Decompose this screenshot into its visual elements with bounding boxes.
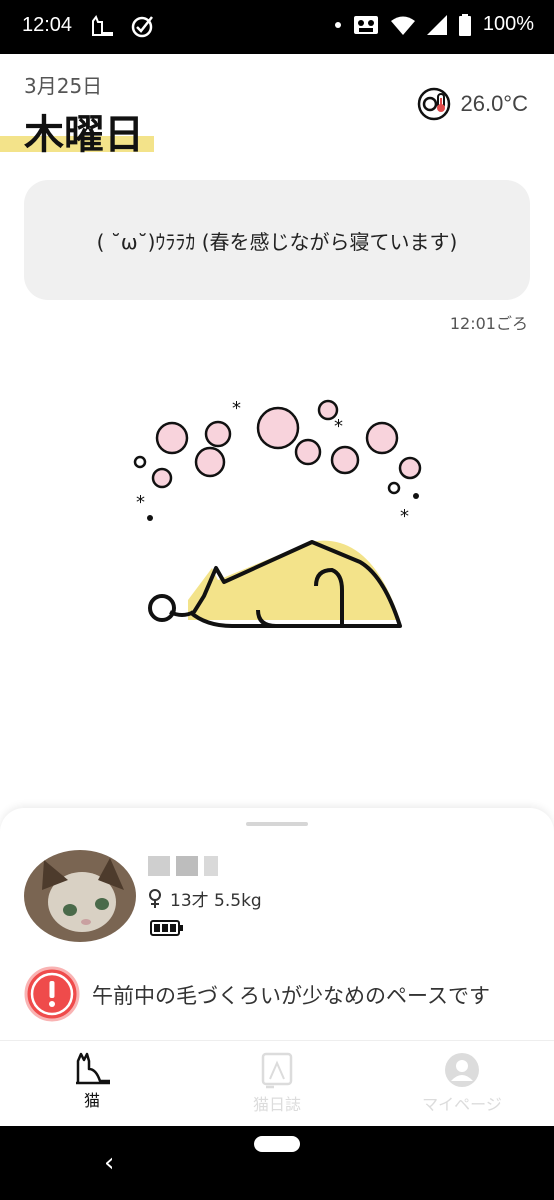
- tab-cat[interactable]: 猫: [0, 1051, 184, 1111]
- battery-percent: 100%: [482, 13, 534, 35]
- female-icon: [149, 888, 161, 908]
- wifi-icon: [390, 16, 415, 35]
- blossom: [294, 438, 322, 466]
- cherry-blossoms: [151, 399, 422, 489]
- weekday-block: 木曜日: [0, 98, 160, 158]
- weekday-label: 木曜日: [24, 112, 144, 158]
- temperature-value: 26.0°C: [460, 91, 528, 116]
- alert-message[interactable]: 午前中の毛づくろいが少なめのペースです: [92, 980, 490, 1010]
- drag-handle[interactable]: [246, 822, 308, 826]
- cat-summary-card[interactable]: 13才 5.5kg 午前中の毛づくろいが少なめのペースです: [0, 808, 554, 1040]
- status-message-text: ( ˘ω˘)ｳﾗﾗｶ (春を感じながら寝ています): [96, 229, 458, 254]
- tab-my-page[interactable]: マイページ: [370, 1051, 554, 1115]
- cat-notification-icon: [92, 14, 113, 36]
- tab-cat-diary-label: 猫日誌: [252, 1095, 301, 1114]
- device-battery-icon: [150, 920, 183, 936]
- signal-icon: [426, 14, 447, 35]
- svg-text:*: *: [232, 398, 241, 419]
- blossom: [151, 467, 173, 489]
- back-icon[interactable]: ‹: [104, 1148, 114, 1178]
- user-icon: [445, 1053, 479, 1087]
- diary-icon: [261, 1052, 293, 1089]
- svg-text:*: *: [334, 416, 343, 437]
- blossom: [365, 421, 399, 455]
- sleeping-cat-illustration: * * * *: [133, 398, 422, 628]
- sleeping-cat: [148, 540, 402, 628]
- system-nav-bar: ‹: [0, 1126, 554, 1200]
- cat-info-row: 13才 5.5kg: [148, 886, 262, 911]
- blossom: [256, 406, 300, 450]
- cassette-icon: [353, 15, 378, 34]
- home-pill[interactable]: [254, 1136, 300, 1152]
- status-bar: 12:04 100%: [0, 0, 554, 54]
- battery-icon: [458, 13, 471, 36]
- blossom: [204, 420, 232, 448]
- svg-text:*: *: [136, 492, 145, 513]
- thermometer-sensor-icon: [418, 87, 451, 121]
- blossom: [194, 446, 226, 478]
- tab-my-page-label: マイページ: [422, 1095, 502, 1114]
- cat-photo: [24, 850, 136, 942]
- tab-cat-diary[interactable]: 猫日誌: [185, 1051, 369, 1115]
- cat-age-weight: 13才 5.5kg: [170, 891, 262, 911]
- dot-icon: [334, 21, 341, 28]
- blossom: [330, 445, 360, 475]
- status-time: 12:04: [22, 14, 73, 36]
- date-label: 3月25日: [24, 74, 103, 98]
- temperature-widget[interactable]: 26.0°C: [416, 86, 528, 122]
- blossom: [155, 421, 189, 455]
- alert-icon: [24, 966, 80, 1022]
- blossom: [398, 456, 422, 480]
- cat-avatar[interactable]: [24, 850, 136, 942]
- status-message-time: 12:01ごろ: [449, 314, 528, 333]
- tab-bar: 猫 猫日誌 マイページ: [0, 1040, 554, 1126]
- cat-icon: [76, 1052, 110, 1085]
- tab-cat-label: 猫: [83, 1091, 100, 1110]
- check-circle-icon: [131, 16, 153, 38]
- status-message-bubble: ( ˘ω˘)ｳﾗﾗｶ (春を感じながら寝ています): [24, 180, 530, 300]
- cat-name-masked: [148, 856, 218, 876]
- svg-text:*: *: [400, 506, 409, 527]
